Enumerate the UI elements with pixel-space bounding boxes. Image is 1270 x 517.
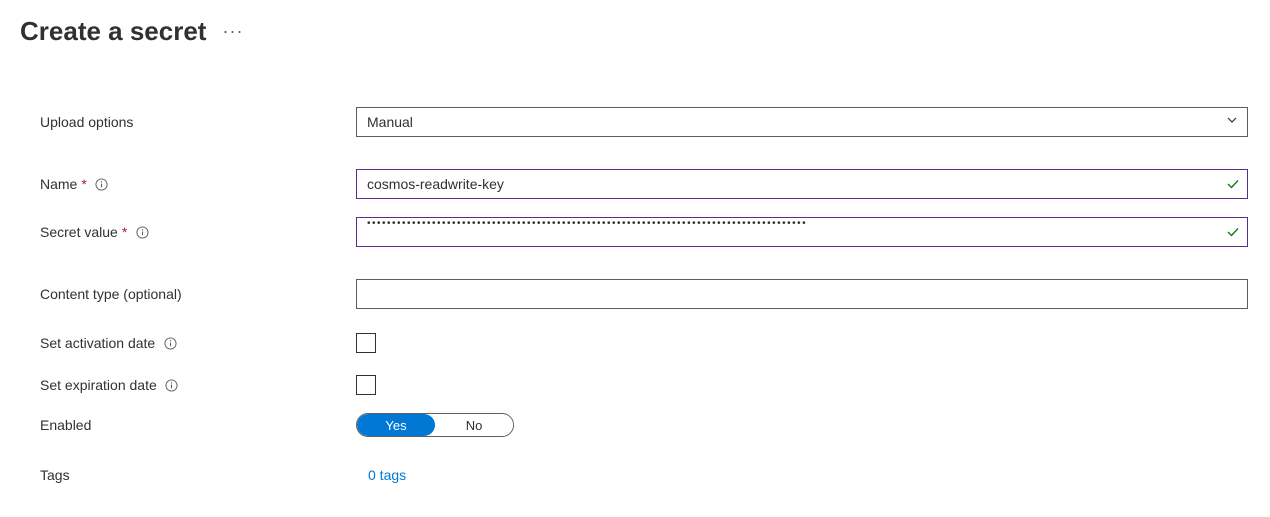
secret-value-input-wrap: ••••••••••••••••••••••••••••••••••••••••…: [356, 217, 1248, 247]
upload-options-label: Upload options: [40, 114, 356, 130]
enabled-no-option[interactable]: No: [435, 414, 513, 436]
tags-row: Tags 0 tags: [40, 467, 1250, 483]
info-icon[interactable]: [95, 177, 109, 191]
control-col: [356, 279, 1248, 309]
required-indicator: *: [81, 176, 86, 192]
info-icon[interactable]: [165, 378, 179, 392]
name-input[interactable]: [356, 169, 1248, 199]
control-col: Manual: [356, 107, 1248, 137]
upload-options-select-wrap: Manual: [356, 107, 1248, 137]
control-col: [356, 375, 1248, 395]
tags-label: Tags: [40, 467, 356, 483]
upload-options-row: Upload options Manual: [40, 107, 1250, 137]
activation-date-label: Set activation date: [40, 335, 356, 351]
required-indicator: *: [122, 224, 127, 240]
expiration-checkbox[interactable]: [356, 375, 376, 395]
control-col: ••••••••••••••••••••••••••••••••••••••••…: [356, 217, 1248, 247]
content-type-label: Content type (optional): [40, 286, 356, 302]
select-value: Manual: [367, 114, 413, 130]
activation-checkbox[interactable]: [356, 333, 376, 353]
control-col: Yes No: [356, 413, 1248, 437]
upload-options-select[interactable]: Manual: [356, 107, 1248, 137]
content-type-input-wrap: [356, 279, 1248, 309]
secret-value-input[interactable]: ••••••••••••••••••••••••••••••••••••••••…: [356, 217, 1248, 247]
create-secret-form: Upload options Manual Name *: [20, 107, 1250, 483]
info-icon[interactable]: [163, 336, 177, 350]
label-text: Secret value: [40, 224, 118, 240]
masked-text: ••••••••••••••••••••••••••••••••••••••••…: [367, 218, 807, 229]
label-text: Name: [40, 176, 77, 192]
expiration-date-row: Set expiration date: [40, 375, 1250, 395]
label-text: Tags: [40, 467, 70, 483]
name-label: Name *: [40, 176, 356, 192]
label-text: Set expiration date: [40, 377, 157, 393]
activation-date-row: Set activation date: [40, 333, 1250, 353]
name-row: Name *: [40, 169, 1250, 199]
control-col: [356, 333, 1248, 353]
enabled-toggle: Yes No: [356, 413, 514, 437]
tags-link[interactable]: 0 tags: [356, 467, 406, 483]
enabled-label: Enabled: [40, 417, 356, 433]
enabled-row: Enabled Yes No: [40, 413, 1250, 437]
expiration-date-label: Set expiration date: [40, 377, 356, 393]
check-icon: [1226, 177, 1240, 191]
info-icon[interactable]: [135, 225, 149, 239]
content-type-input[interactable]: [356, 279, 1248, 309]
control-col: 0 tags: [356, 467, 1248, 483]
secret-value-label: Secret value *: [40, 224, 356, 240]
label-text: Upload options: [40, 114, 133, 130]
label-text: Set activation date: [40, 335, 155, 351]
check-icon: [1226, 225, 1240, 239]
secret-value-row: Secret value * •••••••••••••••••••••••••…: [40, 217, 1250, 247]
control-col: [356, 169, 1248, 199]
page-title: Create a secret: [20, 16, 206, 47]
content-type-row: Content type (optional): [40, 279, 1250, 309]
page-header: Create a secret ···: [20, 16, 1250, 47]
name-input-wrap: [356, 169, 1248, 199]
label-text: Enabled: [40, 417, 91, 433]
label-text: Content type (optional): [40, 286, 182, 302]
enabled-yes-option[interactable]: Yes: [357, 414, 435, 436]
more-actions-button[interactable]: ···: [222, 21, 243, 42]
